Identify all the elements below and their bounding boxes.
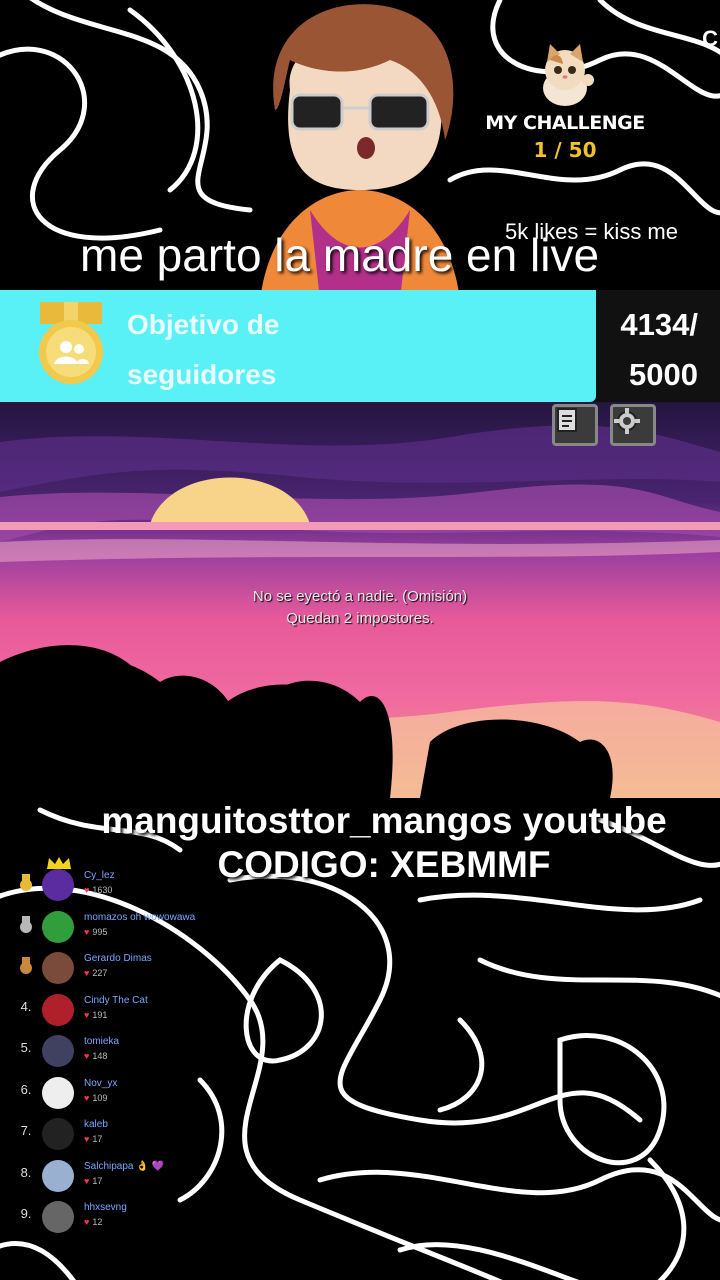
leaderboard-row[interactable]: momazos oh wowowawa ♥ 995 [14,908,274,948]
follower-goal-label: Objetivo de seguidores [127,300,387,400]
leaderboard-name: kaleb [84,1119,108,1130]
avatar [42,1118,74,1150]
leaderboard-rank: 5. [20,1040,32,1055]
leaderboard-rank: 7. [20,1123,32,1138]
leaderboard-name: Cindy The Cat [84,994,148,1006]
avatar [42,1035,74,1067]
leaderboard-name: Cy_lez [84,870,115,881]
heart-icon: ♥ [84,1175,90,1186]
leaderboard-rank: 4. [20,998,32,1014]
settings-button[interactable] [610,404,656,446]
heart-icon: ♥ [84,1051,90,1061]
follower-goal-bar: Objetivo de seguidores 4134/ 5000 [0,290,720,402]
leaderboard-score: ♥ 1630 [84,885,113,895]
youtube-channel-text: manguitosttor_mangos youtube [101,800,667,841]
leaderboard-row[interactable]: Cy_lez ♥ 1630 [14,857,274,906]
leaderboard-rank: 8. [20,1164,32,1180]
avatar [42,993,74,1026]
challenge-progress: 1 / 50 [533,138,597,162]
goal-label-line1: Objetivo de [127,309,280,340]
leaderboard-row[interactable]: 4. Cindy The Cat ♥ 191 [14,991,274,1031]
game-screen: No se eyectó a nadie. (Omisión) Quedan 2… [0,402,720,798]
leaderboard-rank: 9. [20,1206,32,1221]
leaderboard-name: momazos oh wowowawa [84,911,196,923]
leaderboard-row[interactable]: 7. kaleb ♥ 17 [14,1115,274,1155]
leaderboard-score: ♥ 17 [84,1134,103,1144]
leaderboard-row[interactable]: Gerardo Dimas ♥ 227 [14,949,274,989]
heart-icon: ♥ [84,968,90,978]
corner-text: C [702,26,718,51]
leaderboard-row[interactable]: 8. Salchipapa 👌 💜 ♥ 17 [14,1157,274,1197]
followers-medal-icon [39,302,103,384]
leaderboard-score: ♥ 227 [84,968,108,978]
heart-icon: ♥ [84,1134,90,1144]
leaderboard-name: Nov_yx [84,1077,118,1089]
leaderboard-row[interactable]: 6. Nov_yx ♥ 109 [14,1074,274,1114]
leaderboard-row[interactable]: 5. tomieka ♥ 148 [14,1032,274,1072]
follower-goal-count: 4134/ 5000 [620,300,698,400]
stream-title: me parto la madre en live [80,229,600,281]
eject-line-2: Quedan 2 impostores. [286,610,434,627]
heart-icon: ♥ [84,885,90,895]
gear-icon [614,408,640,434]
leaderboard-row[interactable]: 9. hhxsevng ♥ 12 [14,1198,274,1238]
avatar [42,910,74,943]
leaderboard-name: hhxsevng [84,1202,127,1213]
leaderboard-rank: 6. [20,1081,32,1097]
challenge-title: MY CHALLENGE [485,112,645,134]
avatar [42,1076,74,1109]
avatar [42,952,74,984]
leaderboard-score: ♥ 17 [84,1175,103,1186]
eject-line-1: No se eyectó a nadie. (Omisión) [252,588,468,605]
avatar [42,1159,74,1192]
crown-icon [46,856,72,875]
avatar [42,1201,74,1233]
leaderboard-name: Salchipapa 👌 💜 [84,1160,164,1172]
heart-icon: ♥ [84,1009,90,1020]
heart-icon: ♥ [84,926,90,937]
goal-count-line1: 4134/ [620,307,698,342]
silver-medal-icon [14,915,38,937]
leaderboard-score: ♥ 995 [84,926,108,937]
leaderboard-score: ♥ 12 [84,1217,103,1227]
heart-icon: ♥ [84,1217,90,1227]
heart-icon: ♥ [84,1092,90,1103]
bronze-medal-icon [14,957,38,978]
cat-icon [543,44,594,106]
leaderboard-score: ♥ 191 [84,1009,108,1020]
notes-icon [557,408,577,432]
notes-button[interactable] [552,404,598,446]
leaderboard-score: ♥ 148 [84,1051,108,1061]
challenge-widget: MY CHALLENGE 1 / 50 [470,40,660,170]
eject-message: No se eyectó a nadie. (Omisión) Quedan 2… [0,586,720,630]
goal-count-line2: 5000 [629,357,698,392]
leaderboard-score: ♥ 109 [84,1092,108,1103]
goal-label-line2: seguidores [127,359,277,390]
gold-medal-icon [14,874,38,895]
leaderboard-name: tomieka [84,1036,120,1047]
leaderboard-name: Gerardo Dimas [84,953,152,964]
